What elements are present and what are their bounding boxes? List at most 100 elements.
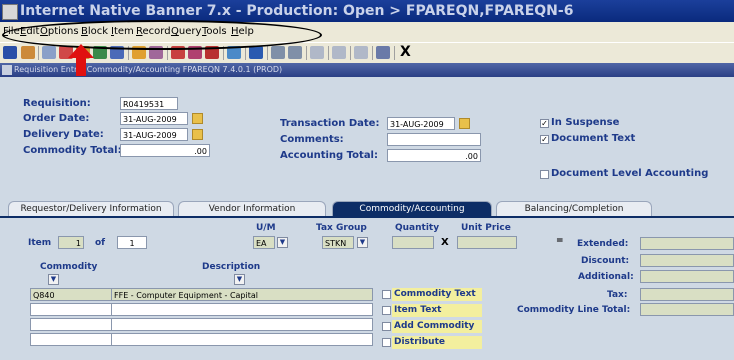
unit-price-field[interactable] — [457, 236, 517, 249]
tax-label: Tax: — [607, 290, 628, 300]
form-icon — [2, 65, 12, 75]
highlight-ellipse — [2, 20, 322, 50]
description-cell[interactable] — [111, 318, 373, 331]
commodity-cell[interactable] — [30, 318, 112, 331]
additional-field — [640, 270, 734, 283]
form-header: Requisition Entry: Commodity/Accounting … — [0, 63, 734, 77]
description-cell[interactable] — [111, 333, 373, 346]
tax-field — [640, 288, 734, 301]
um-field[interactable]: EA — [253, 236, 275, 249]
info-icon[interactable] — [376, 46, 390, 59]
window-title: Internet Native Banner 7.x - Production:… — [20, 3, 574, 19]
options-icon[interactable] — [332, 46, 346, 59]
document-level-accounting-checkbox[interactable] — [540, 170, 549, 179]
form-title: Requisition Entry: Commodity/Accounting … — [14, 65, 283, 74]
toolbar-separator — [394, 46, 395, 60]
additional-label: Additional: — [578, 272, 634, 282]
comments-label: Comments: — [280, 134, 344, 145]
um-header: U/M — [256, 223, 276, 233]
multiply-symbol: X — [441, 237, 449, 248]
tab-commodity-accounting[interactable]: Commodity/Accounting — [332, 201, 492, 216]
requisition-field[interactable]: R0419531 — [120, 97, 178, 110]
commodity-dropdown-icon[interactable]: ▼ — [48, 274, 59, 285]
toolbar-separator — [306, 46, 307, 60]
app-icon — [2, 4, 18, 20]
distribute-button[interactable]: Distribute — [392, 336, 482, 349]
discount-label: Discount: — [581, 256, 630, 266]
extended-label: Extended: — [577, 239, 629, 249]
document-icon[interactable] — [249, 46, 263, 59]
item-text-button[interactable]: Item Text — [392, 304, 482, 317]
item-count-field: 1 — [117, 236, 147, 249]
distribute-checkbox[interactable] — [382, 338, 391, 347]
exit-icon[interactable]: X — [400, 44, 411, 60]
of-label: of — [95, 238, 106, 248]
transaction-date-label: Transaction Date: — [280, 118, 380, 129]
tax-group-field[interactable]: STKN — [322, 236, 354, 249]
calendar-icon[interactable] — [459, 118, 470, 129]
description-dropdown-icon[interactable]: ▼ — [234, 274, 245, 285]
delivery-date-label: Delivery Date: — [23, 129, 104, 140]
commodity-cell[interactable] — [30, 333, 112, 346]
commodity-header: Commodity — [40, 262, 98, 272]
extended-field — [640, 237, 734, 250]
tab-balancing-completion[interactable]: Balancing/Completion — [496, 201, 652, 216]
order-date-label: Order Date: — [23, 113, 90, 124]
accounting-total-label: Accounting Total: — [280, 150, 378, 161]
calendar-icon[interactable] — [192, 129, 203, 140]
document-text-label: Document Text — [551, 133, 636, 144]
equals-symbol: = — [556, 236, 564, 246]
expand-icon[interactable] — [310, 46, 324, 59]
tax-group-dropdown-icon[interactable]: ▼ — [357, 237, 368, 248]
description-cell[interactable] — [111, 303, 373, 316]
comments-field[interactable] — [387, 133, 481, 146]
transaction-date-field[interactable]: 31-AUG-2009 — [387, 117, 455, 130]
select-icon[interactable] — [42, 46, 56, 59]
tab-underline — [0, 216, 734, 218]
in-suspense-label: In Suspense — [551, 117, 620, 128]
quantity-header: Quantity — [395, 223, 440, 233]
tab-requestor-delivery[interactable]: Requestor/Delivery Information — [8, 201, 174, 216]
commodity-line-total-label: Commodity Line Total: — [517, 305, 631, 315]
item-number-field[interactable]: 1 — [58, 236, 84, 249]
title-bar: Internet Native Banner 7.x - Production:… — [0, 0, 734, 22]
order-date-field[interactable]: 31-AUG-2009 — [120, 112, 188, 125]
document-level-accounting-label: Document Level Accounting — [551, 168, 709, 179]
in-suspense-checkbox[interactable]: ✓ — [540, 119, 549, 128]
toolbar-separator — [267, 46, 268, 60]
unit-price-header: Unit Price — [461, 223, 511, 233]
commodity-cell[interactable]: Q840 — [30, 288, 112, 301]
commodity-total-label: Commodity Total: — [23, 145, 122, 156]
discount-field — [640, 254, 734, 267]
grid-icon[interactable] — [271, 46, 285, 59]
item-text-checkbox[interactable] — [382, 306, 391, 315]
toolbar-separator — [38, 46, 39, 60]
calendar-icon[interactable] — [192, 113, 203, 124]
bookmark-icon[interactable] — [354, 46, 368, 59]
quantity-field[interactable] — [392, 236, 434, 249]
toolbar-separator — [350, 46, 351, 60]
save-icon[interactable] — [3, 46, 17, 59]
requisition-label: Requisition: — [23, 98, 91, 109]
add-commodity-checkbox[interactable] — [382, 322, 391, 331]
delivery-date-field[interactable]: 31-AUG-2009 — [120, 128, 188, 141]
commodity-text-checkbox[interactable] — [382, 290, 391, 299]
description-header: Description — [202, 262, 261, 272]
description-cell[interactable]: FFE - Computer Equipment - Capital — [111, 288, 373, 301]
tax-group-header: Tax Group — [316, 223, 367, 233]
commodity-text-button[interactable]: Commodity Text — [392, 288, 482, 301]
tab-vendor-information[interactable]: Vendor Information — [178, 201, 326, 216]
document-text-checkbox[interactable]: ✓ — [540, 135, 549, 144]
add-commodity-button[interactable]: Add Commodity — [392, 320, 482, 333]
toolbar-separator — [245, 46, 246, 60]
red-arrow-icon — [68, 44, 94, 76]
commodity-cell[interactable] — [30, 303, 112, 316]
rollback-icon[interactable] — [21, 46, 35, 59]
um-dropdown-icon[interactable]: ▼ — [277, 237, 288, 248]
accounting-total-field: .00 — [387, 149, 481, 162]
commodity-line-total-field — [640, 303, 734, 316]
toolbar-separator — [372, 46, 373, 60]
list-icon[interactable] — [288, 46, 302, 59]
toolbar-separator — [328, 46, 329, 60]
item-label: Item — [28, 238, 52, 248]
